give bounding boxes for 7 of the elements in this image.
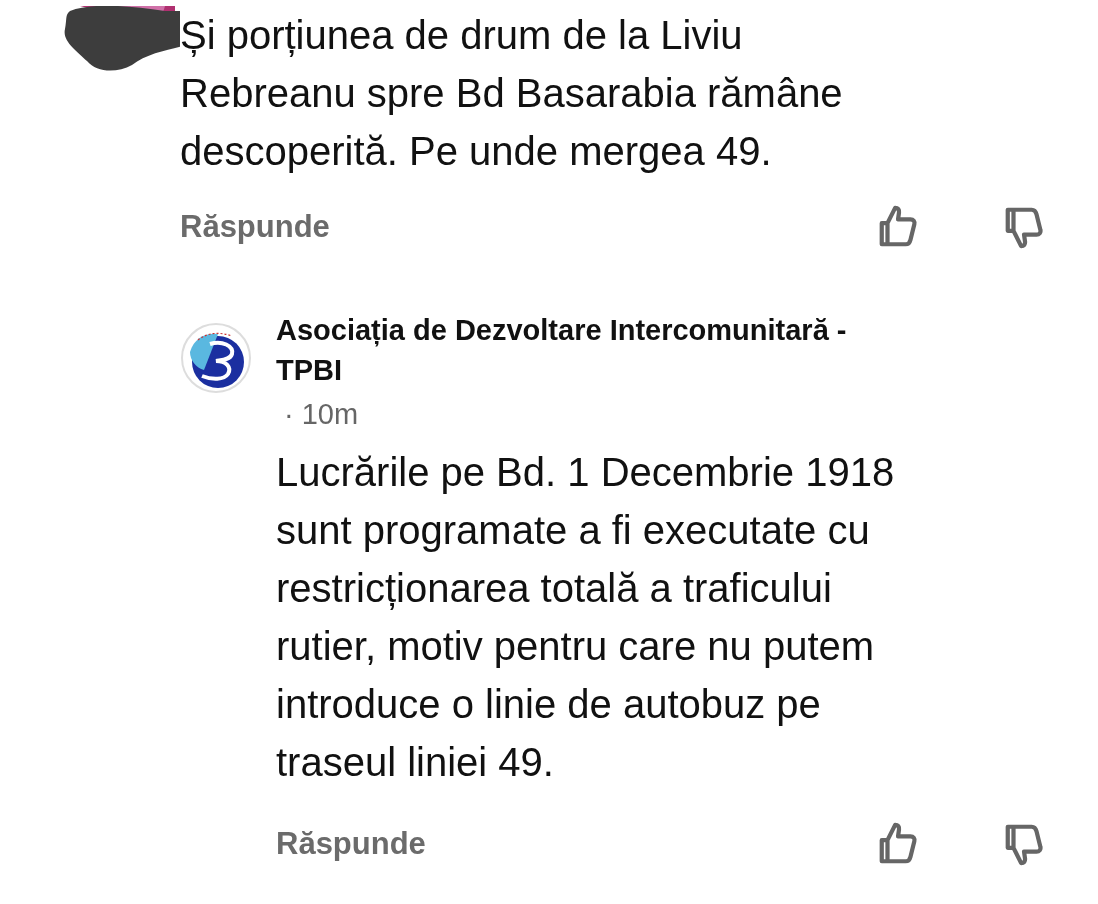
reply-button[interactable]: Răspunde [180, 209, 330, 245]
comment-text: Lucrările pe Bd. 1 Decembrie 1918 sunt programate a fi executate cu restricționarea totală a traficului rutier, motiv pentru care nu putem introduce o linie de autobuz pe traseul liniei 49. [276, 449, 896, 786]
comment-text: Și porțiunea de drum de la Liviu Rebreanu spre Bd Basarabia rămâne descoperită. Pe unde mergea 49. [180, 12, 844, 175]
author-name: Asociația de Dezvoltare Intercomunitară - TPBI [276, 313, 848, 388]
logo-icon [180, 322, 252, 394]
reply-button[interactable]: Răspunde [276, 826, 426, 862]
timestamp: · 10m [284, 398, 359, 431]
